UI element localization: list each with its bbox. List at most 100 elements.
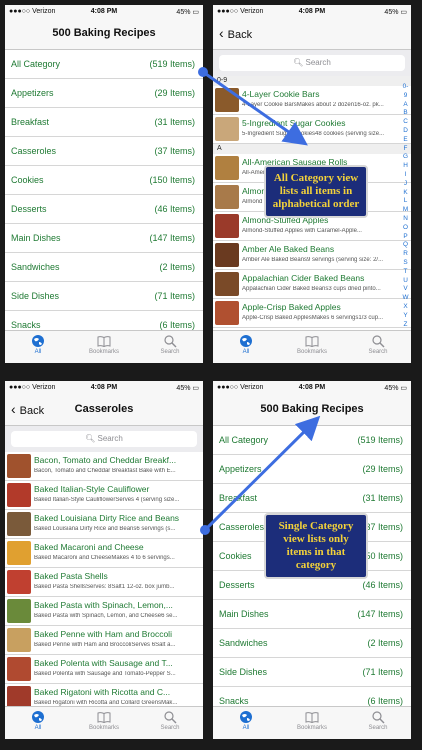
category-row[interactable]: Breakfast (31 Items) [213,484,411,513]
recipe-row[interactable]: Appalachian Cider Baked Beans Appalachian… [213,270,411,299]
index-letter[interactable]: H [401,162,410,171]
search-input[interactable]: 🔍︎ Search [11,431,197,447]
category-row[interactable]: Side Dishes (71 Items) [213,658,411,687]
nav-bar: 500 Baking Recipes [5,19,203,50]
tab-all[interactable]: All [213,707,279,739]
recipe-title: Baked Rigatoni with Ricotta and C... [34,687,171,697]
index-letter[interactable]: T [401,268,410,277]
battery: 45% ▭ [384,385,407,392]
index-letter[interactable]: V [401,285,410,294]
recipe-row[interactable]: Bacon, Tomato and Cheddar Breakf... Bacon… [5,452,203,481]
category-row[interactable]: Sandwiches (2 Items) [5,253,203,282]
category-name: Side Dishes [11,291,60,301]
category-count: (46 Items) [362,580,403,590]
index-letter[interactable]: 0-9 [401,83,410,101]
index-letter[interactable]: S [401,259,410,268]
back-button[interactable]: ‹ Back [219,25,252,41]
tab-bookmarks[interactable]: Bookmarks [279,331,345,363]
category-row[interactable]: Main Dishes (147 Items) [5,224,203,253]
index-letter[interactable]: M [401,206,410,215]
status-bar: ●●●○○ Verizon 4:08 PM 45% ▭ [213,381,411,395]
recipe-row[interactable]: Baked Pasta Shells Baked Pasta ShellsServ… [5,568,203,597]
category-row[interactable]: Cookies (150 Items) [5,166,203,195]
index-letter[interactable]: D [401,127,410,136]
index-letter[interactable]: G [401,153,410,162]
index-letter[interactable]: L [401,197,410,206]
category-name: Casseroles [219,522,265,532]
index-letter[interactable]: U [401,277,410,286]
search-placeholder: Search [97,434,123,443]
category-row[interactable]: Appetizers (29 Items) [213,455,411,484]
index-letter[interactable]: W [401,294,410,303]
status-bar: ●●●○○ Verizon 4:08 PM 45% ▭ [213,5,411,19]
recipe-thumbnail [215,156,239,180]
book-icon [279,710,345,724]
callout-all-category: All Category view lists all items in alp… [264,165,368,218]
recipe-row[interactable]: Baked Louisiana Dirty Rice and Beans Bake… [5,510,203,539]
index-letter[interactable]: N [401,215,410,224]
tab-bookmarks[interactable]: Bookmarks [71,331,137,363]
arrow-origin-dot [200,525,210,535]
tab-all[interactable]: All [5,331,71,363]
category-name: Main Dishes [219,609,269,619]
index-letter[interactable]: Z [401,321,410,330]
category-name: Main Dishes [11,233,61,243]
screen-casseroles: ●●●○○ Verizon 4:08 PM 45% ▭ ‹ Back Casser… [5,381,203,739]
tab-search[interactable]: Search [137,707,203,739]
category-row[interactable]: Desserts (46 Items) [5,195,203,224]
globe-icon [213,334,279,348]
index-letter[interactable]: J [401,180,410,189]
category-name: Snacks [219,696,249,706]
category-row[interactable]: Side Dishes (71 Items) [5,282,203,311]
category-name: Cookies [11,175,44,185]
recipe-row[interactable]: Baked Macaroni and Cheese Baked Macaroni … [5,539,203,568]
recipe-row[interactable]: Baked Penne with Ham and Broccoli Baked P… [5,626,203,655]
tab-bar: All Bookmarks Search [213,706,411,739]
index-letter[interactable]: P [401,233,410,242]
category-row[interactable]: Sandwiches (2 Items) [213,629,411,658]
category-row[interactable]: Main Dishes (147 Items) [213,600,411,629]
tab-search[interactable]: Search [137,331,203,363]
index-letter[interactable]: R [401,250,410,259]
recipe-description: Appalachian Cider Baked Beans3 cups drie… [242,286,381,292]
category-name: Sandwiches [219,638,268,648]
tab-all[interactable]: All [213,331,279,363]
search-input[interactable]: 🔍︎ Search [219,55,405,71]
index-letter[interactable]: B [401,109,410,118]
search-icon: 🔍︎ [85,434,98,443]
alphabet-index[interactable]: 0-9 A B C D E F G H I J K L M N O P Q R S T U V W X Y Z [401,83,410,329]
recipe-row[interactable]: Apple-Crisp Baked Apples Apple-Crisp Bake… [213,299,411,328]
tab-bookmarks[interactable]: Bookmarks [71,707,137,739]
index-letter[interactable]: F [401,145,410,154]
category-name: Snacks [11,320,41,330]
index-letter[interactable]: X [401,303,410,312]
index-letter[interactable]: I [401,171,410,180]
category-row[interactable]: Breakfast (31 Items) [5,108,203,137]
recipe-row[interactable]: Baked Polenta with Sausage and T... Baked… [5,655,203,684]
recipe-row[interactable]: Baked Italian-Style Cauliflower Baked Ita… [5,481,203,510]
category-count: (6 Items) [159,320,195,330]
index-letter[interactable]: Q [401,241,410,250]
recipe-row[interactable]: 4-Layer Cookie Bars 4-Layer Cookie BarsMa… [213,86,411,115]
index-letter[interactable]: K [401,189,410,198]
status-bar: ●●●○○ Verizon 4:08 PM 45% ▭ [5,5,203,19]
tab-all[interactable]: All [5,707,71,739]
index-letter[interactable]: E [401,136,410,145]
category-row[interactable]: All Category (519 Items) [213,426,411,455]
category-row[interactable]: Appetizers (29 Items) [5,79,203,108]
index-letter[interactable]: Y [401,312,410,321]
category-row[interactable]: Casseroles (37 Items) [5,137,203,166]
callout-single-category: Single Category view lists only items in… [264,513,368,579]
category-row[interactable]: All Category (519 Items) [5,50,203,79]
recipe-row[interactable]: Baked Pasta with Spinach, Lemon,... Baked… [5,597,203,626]
tab-search[interactable]: Search [345,331,411,363]
tab-bookmarks[interactable]: Bookmarks [279,707,345,739]
section-header-a: A [213,144,411,154]
index-letter[interactable]: O [401,224,410,233]
index-letter[interactable]: A [401,101,410,110]
tab-search[interactable]: Search [345,707,411,739]
index-letter[interactable]: C [401,118,410,127]
recipe-row[interactable]: Amber Ale Baked Beans Amber Ale Baked Bea… [213,241,411,270]
page-title: Casseroles [74,403,134,415]
recipe-row[interactable]: 5-Ingredient Sugar Cookies 5-Ingredient S… [213,115,411,144]
